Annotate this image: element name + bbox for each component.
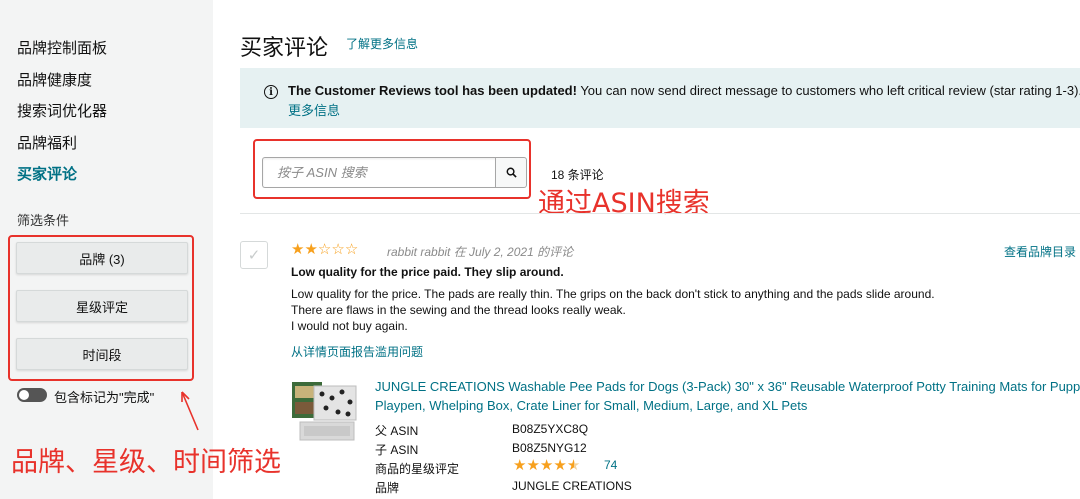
review-body-line: There are flaws in the sewing and the th…	[291, 303, 626, 317]
parent-asin-label: 父 ASIN	[375, 424, 419, 438]
info-icon: i	[264, 85, 278, 99]
toggle-knob	[19, 390, 29, 400]
filter-highlight-box	[8, 235, 194, 381]
review-count: 18 条评论	[551, 168, 604, 182]
child-asin-label: 子 ASIN	[375, 443, 419, 457]
nav-brand-dashboard[interactable]: 品牌控制面板	[17, 37, 107, 58]
info-banner: i The Customer Reviews tool has been upd…	[240, 68, 1080, 128]
star-empty-icon: ☆	[344, 240, 359, 258]
filter-title: 筛选条件	[17, 213, 70, 228]
product-star-rating: ★ ★ ★ ★ ★	[513, 458, 580, 473]
parent-asin-value: B08Z5YXC8Q	[512, 422, 589, 436]
star-full-icon: ★	[526, 456, 540, 474]
brand-value: JUNGLE CREATIONS	[512, 479, 632, 493]
divider	[240, 213, 1080, 214]
review-body-line: Low quality for the price. The pads are …	[291, 287, 935, 301]
review-meta: rabbit rabbit 在 July 2, 2021 的评论	[387, 245, 574, 259]
product-title-line: JUNGLE CREATIONS Washable Pee Pads for D…	[375, 379, 1080, 394]
view-brand-catalog-link[interactable]: 查看品牌目录	[1004, 243, 1076, 260]
nav-brand-benefits[interactable]: 品牌福利	[17, 132, 77, 153]
banner-text: The Customer Reviews tool has been updat…	[288, 83, 1080, 98]
search-icon	[506, 167, 517, 178]
star-rating-label: 商品的星级评定	[375, 462, 460, 476]
report-abuse-link[interactable]: 从详情页面报告滥用问题	[291, 343, 423, 360]
star-full-icon: ★	[304, 240, 318, 258]
search-button[interactable]	[495, 157, 527, 188]
child-asin-value: B08Z5NYG12	[512, 441, 587, 455]
star-full-icon: ★	[513, 456, 527, 474]
star-full-icon: ★	[291, 240, 305, 258]
nav-search-term-optimizer[interactable]: 搜索词优化器	[17, 100, 107, 121]
review-checkbox[interactable]: ✓	[240, 241, 268, 269]
review-star-rating: ★ ★ ☆ ☆ ☆	[291, 242, 358, 257]
star-half-icon: ★	[566, 456, 581, 474]
filter-annotation: 品牌、星级、时间筛选	[11, 447, 281, 478]
rating-count-link[interactable]: 74	[604, 458, 617, 472]
product-image[interactable]	[290, 376, 360, 444]
include-done-label: 包含标记为"完成"	[54, 390, 155, 405]
brand-label: 品牌	[375, 481, 400, 495]
nav-customer-reviews[interactable]: 买家评论	[17, 163, 77, 184]
nav-brand-health[interactable]: 品牌健康度	[17, 69, 92, 90]
product-title-line: Playpen, Whelping Box, Crate Liner for S…	[375, 398, 808, 413]
review-body-line: I would not buy again.	[291, 319, 408, 333]
page-title: 买家评论	[240, 35, 329, 60]
star-empty-icon: ☆	[317, 240, 332, 258]
review-title: Low quality for the price paid. They sli…	[291, 265, 564, 279]
star-empty-icon: ☆	[331, 240, 345, 258]
asin-search-input[interactable]	[262, 157, 496, 188]
banner-body-text: You can now send direct message to custo…	[576, 83, 1080, 98]
star-full-icon: ★	[539, 456, 554, 474]
include-done-toggle[interactable]	[17, 388, 47, 402]
annotation-arrow-icon	[181, 391, 199, 431]
search-annotation: 通过ASIN搜索	[538, 188, 710, 219]
product-title-link[interactable]: JUNGLE CREATIONS Washable Pee Pads for D…	[375, 377, 1080, 415]
banner-bold-text: The Customer Reviews tool has been updat…	[288, 83, 577, 98]
star-full-icon: ★	[553, 456, 567, 474]
banner-more-info-link[interactable]: 更多信息	[288, 100, 340, 119]
learn-more-link[interactable]: 了解更多信息	[346, 35, 418, 52]
